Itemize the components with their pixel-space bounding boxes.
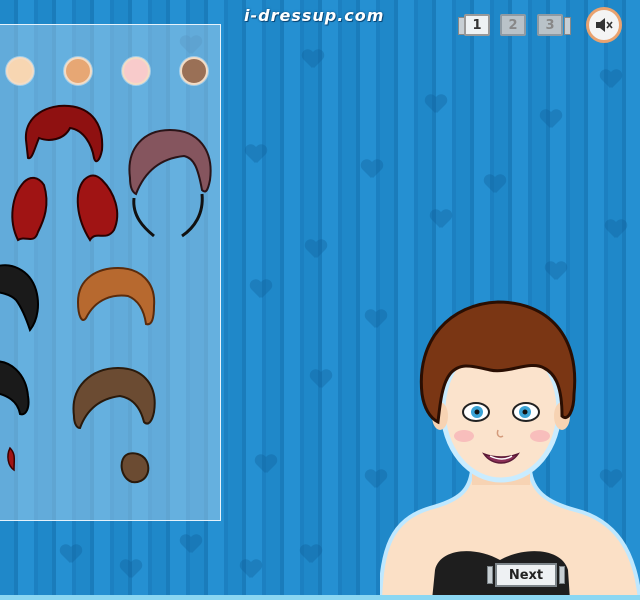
heart-decoration bbox=[605, 220, 627, 238]
heart-decoration bbox=[300, 545, 322, 563]
heart-decoration bbox=[60, 545, 82, 563]
page-button-3[interactable]: 3 bbox=[537, 14, 563, 36]
doll-character bbox=[380, 300, 640, 600]
heart-decoration bbox=[302, 50, 324, 68]
heart-decoration bbox=[545, 262, 567, 280]
heart-decoration bbox=[240, 560, 262, 578]
heart-decoration bbox=[305, 240, 327, 258]
page-selector-cap bbox=[564, 17, 571, 35]
next-button-cap bbox=[559, 566, 565, 584]
heart-decoration bbox=[425, 95, 447, 113]
hair-option-brown-bun[interactable] bbox=[70, 366, 160, 486]
heart-decoration bbox=[250, 280, 272, 298]
next-button-cap bbox=[487, 566, 493, 584]
site-logo[interactable]: i-dressup.com bbox=[244, 6, 419, 28]
hair-option-mauve-bob[interactable] bbox=[124, 128, 214, 240]
heart-decoration bbox=[430, 210, 452, 228]
heart-decoration bbox=[255, 455, 277, 473]
heart-decoration bbox=[540, 110, 562, 128]
skin-tone-swatch-2[interactable] bbox=[64, 57, 92, 85]
heart-decoration bbox=[245, 145, 267, 163]
hair-option-orange-curly[interactable] bbox=[74, 266, 158, 332]
page-button-2[interactable]: 2 bbox=[500, 14, 526, 36]
skin-tone-swatch-4[interactable] bbox=[180, 57, 208, 85]
hair-option-black-side[interactable] bbox=[0, 258, 44, 334]
hair-option-black-short[interactable] bbox=[0, 356, 36, 476]
next-button-label: Next bbox=[495, 563, 557, 587]
skin-tone-swatch-3[interactable] bbox=[122, 57, 150, 85]
page-button-1[interactable]: 1 bbox=[464, 14, 490, 36]
heart-decoration bbox=[120, 560, 142, 578]
heart-decoration bbox=[310, 370, 332, 388]
speaker-mute-icon bbox=[596, 18, 613, 32]
heart-decoration bbox=[600, 70, 622, 88]
heart-decoration bbox=[484, 175, 506, 193]
heart-decoration bbox=[361, 160, 383, 178]
heart-decoration bbox=[180, 535, 202, 553]
game-stage: i-dressup.com 1 2 3 Next bbox=[0, 0, 640, 600]
skin-tone-swatch-1[interactable] bbox=[6, 57, 34, 85]
sound-toggle-button[interactable] bbox=[586, 7, 622, 43]
bottom-strip bbox=[0, 595, 640, 600]
hair-option-dark-red-long[interactable] bbox=[4, 100, 122, 250]
next-button[interactable]: Next bbox=[487, 563, 565, 587]
